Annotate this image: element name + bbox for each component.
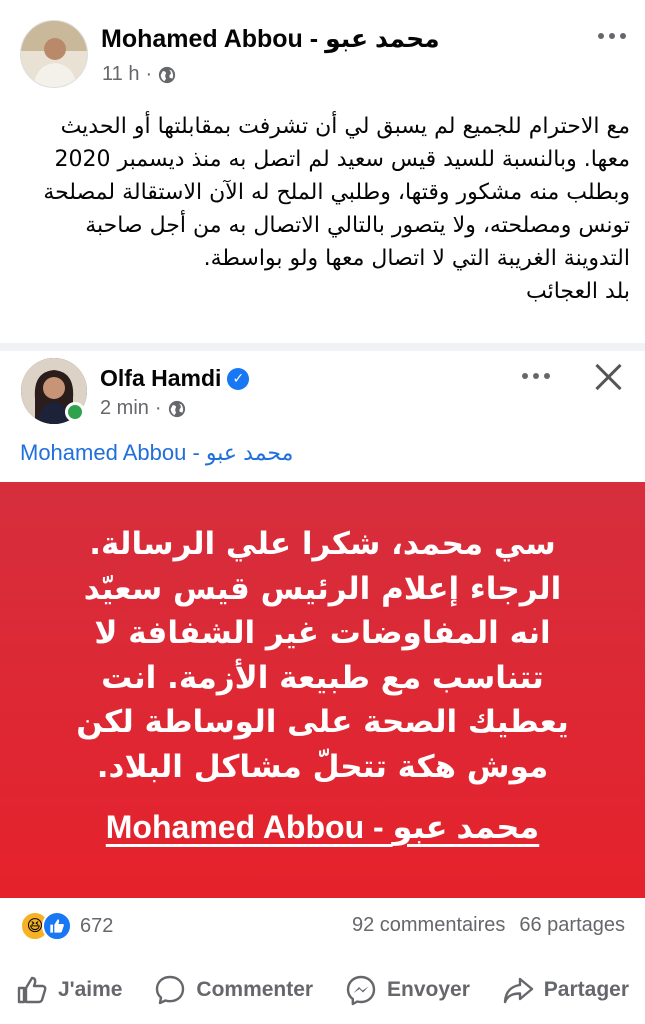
post-text-line: وبطلب منه مشكور وقتها، وطلبي الملح له ال… [43, 180, 630, 205]
post-text-line: معها. وبالنسبة للسيد قيس سعيد لم اتصل به… [54, 147, 630, 172]
comments-count-link[interactable]: 92 commentaires [352, 914, 505, 937]
mentioned-profile-link[interactable]: Mohamed Abbou - محمد عبو [20, 440, 293, 466]
comment-label: Commenter [196, 978, 314, 1001]
card-text-line: يعطيك الصحة على الوساطة لكن [76, 704, 569, 740]
more-dot-icon [522, 373, 528, 379]
more-dot-icon [533, 373, 539, 379]
post-text-line: التدوينة الغريبة التي لا اتصال معها ولو … [203, 246, 630, 271]
post-meta: 11 h · [102, 63, 176, 86]
shared-author-label: Olfa Hamdi [100, 365, 222, 391]
post-time[interactable]: 2 min [100, 397, 149, 420]
like-label: J'aime [57, 978, 123, 1001]
globe-icon [168, 400, 185, 417]
post-text-line: بلد العجائب [525, 279, 630, 304]
more-dot-icon [620, 33, 626, 39]
original-post-text: مع الاحترام للجميع لم يسبق لي أن تشرفت ب… [18, 110, 630, 308]
more-dot-icon [609, 33, 615, 39]
globe-icon [159, 66, 176, 83]
verified-badge-icon: ✓ [227, 367, 250, 390]
post-time[interactable]: 11 h [102, 63, 139, 86]
author-name[interactable]: Mohamed Abbou - محمد عبو [101, 24, 440, 54]
card-mention[interactable]: Mohamed Abbou - محمد عبو [0, 808, 645, 846]
more-dot-icon [598, 33, 604, 39]
more-options-button[interactable] [516, 364, 556, 388]
shares-count-link[interactable]: 66 partages [519, 914, 625, 937]
card-text-line: تتناسب مع طبيعة الأزمة. انت [101, 659, 544, 696]
card-text-line: الرجاء إعلام الرئيس قيس سعيّد [83, 570, 562, 607]
meta-separator: · [154, 397, 162, 419]
engagement-counts: 92 commentaires 66 partages [352, 914, 625, 937]
send-label: Envoyer [387, 978, 470, 1001]
card-text-line: انه المفاوضات غير الشفافة لا [94, 615, 551, 651]
close-icon[interactable] [592, 360, 626, 394]
thumbs-up-icon [17, 976, 47, 1004]
card-text: سي محمد، شكرا علي الرسالة. الرجاء إعلام … [40, 522, 605, 789]
profile-photo-icon [21, 21, 87, 87]
more-options-button[interactable] [592, 24, 632, 48]
section-divider [0, 343, 645, 351]
send-button[interactable]: Envoyer [345, 974, 470, 1006]
like-button[interactable]: J'aime [16, 974, 123, 1006]
post-text-line: مع الاحترام للجميع لم يسبق لي أن تشرفت ب… [60, 114, 630, 139]
thumbs-up-icon [50, 919, 64, 933]
shared-author-name[interactable]: Olfa Hamdi ✓ [100, 365, 250, 392]
share-label: Partager [543, 978, 630, 1001]
meta-separator: · [145, 63, 153, 85]
more-dot-icon [544, 373, 550, 379]
post-action-bar: J'aime Commenter Envoyer Partager [0, 966, 645, 1014]
online-status-indicator [65, 402, 85, 422]
shared-post-meta: 2 min · [100, 397, 186, 420]
original-post-header: Mohamed Abbou - محمد عبو 11 h · [0, 0, 645, 100]
reactions-count: 672 [80, 914, 114, 937]
comment-icon [156, 975, 185, 1005]
share-button[interactable]: Partager [502, 974, 629, 1006]
author-avatar[interactable] [20, 20, 88, 88]
messenger-icon [346, 975, 376, 1006]
comment-button[interactable]: Commenter [154, 974, 313, 1006]
share-arrow-icon [503, 977, 533, 1004]
post-text-line: تونس ومصلحته، ولا يتصور بالتالي الاتصال … [85, 213, 630, 238]
reactions-summary[interactable]: 😆 672 [20, 909, 113, 943]
card-mention-text: Mohamed Abbou - محمد عبو [105, 809, 540, 845]
card-text-line: موش هكة تتحلّ مشاكل البلاد. [96, 748, 549, 785]
like-reaction-icon [42, 911, 72, 941]
card-text-line: سي محمد، شكرا علي الرسالة. [89, 526, 556, 562]
